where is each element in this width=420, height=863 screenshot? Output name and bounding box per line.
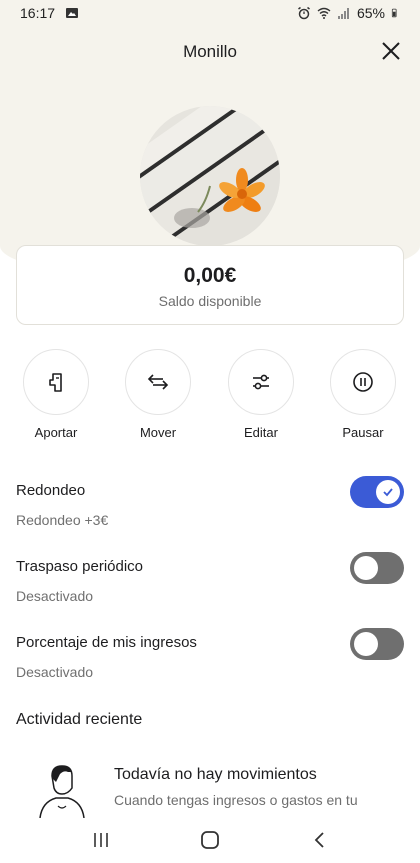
action-label: Editar: [244, 425, 278, 440]
move-button[interactable]: Mover: [118, 349, 198, 440]
signal-icon: [337, 8, 349, 19]
check-icon: [383, 488, 393, 497]
empty-activity: Todavía no hay movimientos Cuando tengas…: [0, 760, 420, 820]
edit-button[interactable]: Editar: [221, 349, 301, 440]
status-bar: 16:17 65%: [0, 0, 420, 26]
redondeo-toggle[interactable]: [350, 476, 404, 508]
image-notification-icon: [66, 8, 79, 18]
recent-apps-button[interactable]: [86, 828, 116, 852]
back-icon: [314, 832, 324, 848]
system-nav-bar: [0, 818, 420, 863]
close-button[interactable]: [378, 38, 404, 64]
battery-icon: [391, 8, 397, 18]
recent-activity-title: Actividad reciente: [16, 711, 143, 728]
porcentaje-toggle[interactable]: [350, 628, 404, 660]
setting-redondeo: Redondeo Redondeo +3€: [16, 476, 404, 542]
battery-percent: 65%: [356, 5, 385, 21]
balance-label: Saldo disponible: [158, 293, 262, 309]
status-time: 16:17: [20, 5, 56, 21]
setting-title: Porcentaje de mis ingresos: [16, 634, 197, 651]
setting-subtitle: Desactivado: [16, 588, 94, 604]
balance-amount: 0,00€: [183, 264, 237, 287]
alarm-icon: [298, 6, 310, 20]
setting-subtitle: Desactivado: [16, 664, 94, 680]
empty-title: Todavía no hay movimientos: [114, 766, 317, 783]
setting-title: Traspaso periódico: [16, 558, 144, 575]
page-title: Monillo: [183, 42, 237, 61]
pause-button[interactable]: Pausar: [323, 349, 403, 440]
goal-photo: [140, 106, 280, 246]
pause-icon: [353, 372, 373, 392]
wifi-icon: [317, 7, 331, 19]
setting-traspaso-periodico: Traspaso periódico Desactivado: [16, 552, 404, 618]
action-label: Aportar: [34, 425, 78, 440]
recent-apps-icon: [94, 833, 108, 847]
empty-subtitle: Cuando tengas ingresos o gastos en tu: [114, 792, 358, 808]
balance-card: 0,00€ Saldo disponible: [16, 245, 404, 325]
action-buttons: Aportar Mover Editar Pausar: [0, 349, 420, 449]
hand-deposit-icon: [49, 373, 62, 392]
home-icon: [201, 831, 219, 849]
setting-title: Redondeo: [16, 482, 86, 499]
close-icon: [382, 42, 400, 60]
sliders-icon: [253, 374, 269, 390]
deposit-button[interactable]: Aportar: [16, 349, 96, 440]
action-label: Pausar: [342, 425, 384, 440]
person-illustration-icon: [39, 765, 85, 818]
transfer-arrows-icon: [147, 374, 169, 390]
traspaso-toggle[interactable]: [350, 552, 404, 584]
action-label: Mover: [139, 425, 177, 440]
home-button[interactable]: [195, 828, 225, 852]
setting-subtitle: Redondeo +3€: [16, 512, 109, 528]
back-button[interactable]: [305, 828, 335, 852]
setting-porcentaje-ingresos: Porcentaje de mis ingresos Desactivado: [16, 628, 404, 694]
